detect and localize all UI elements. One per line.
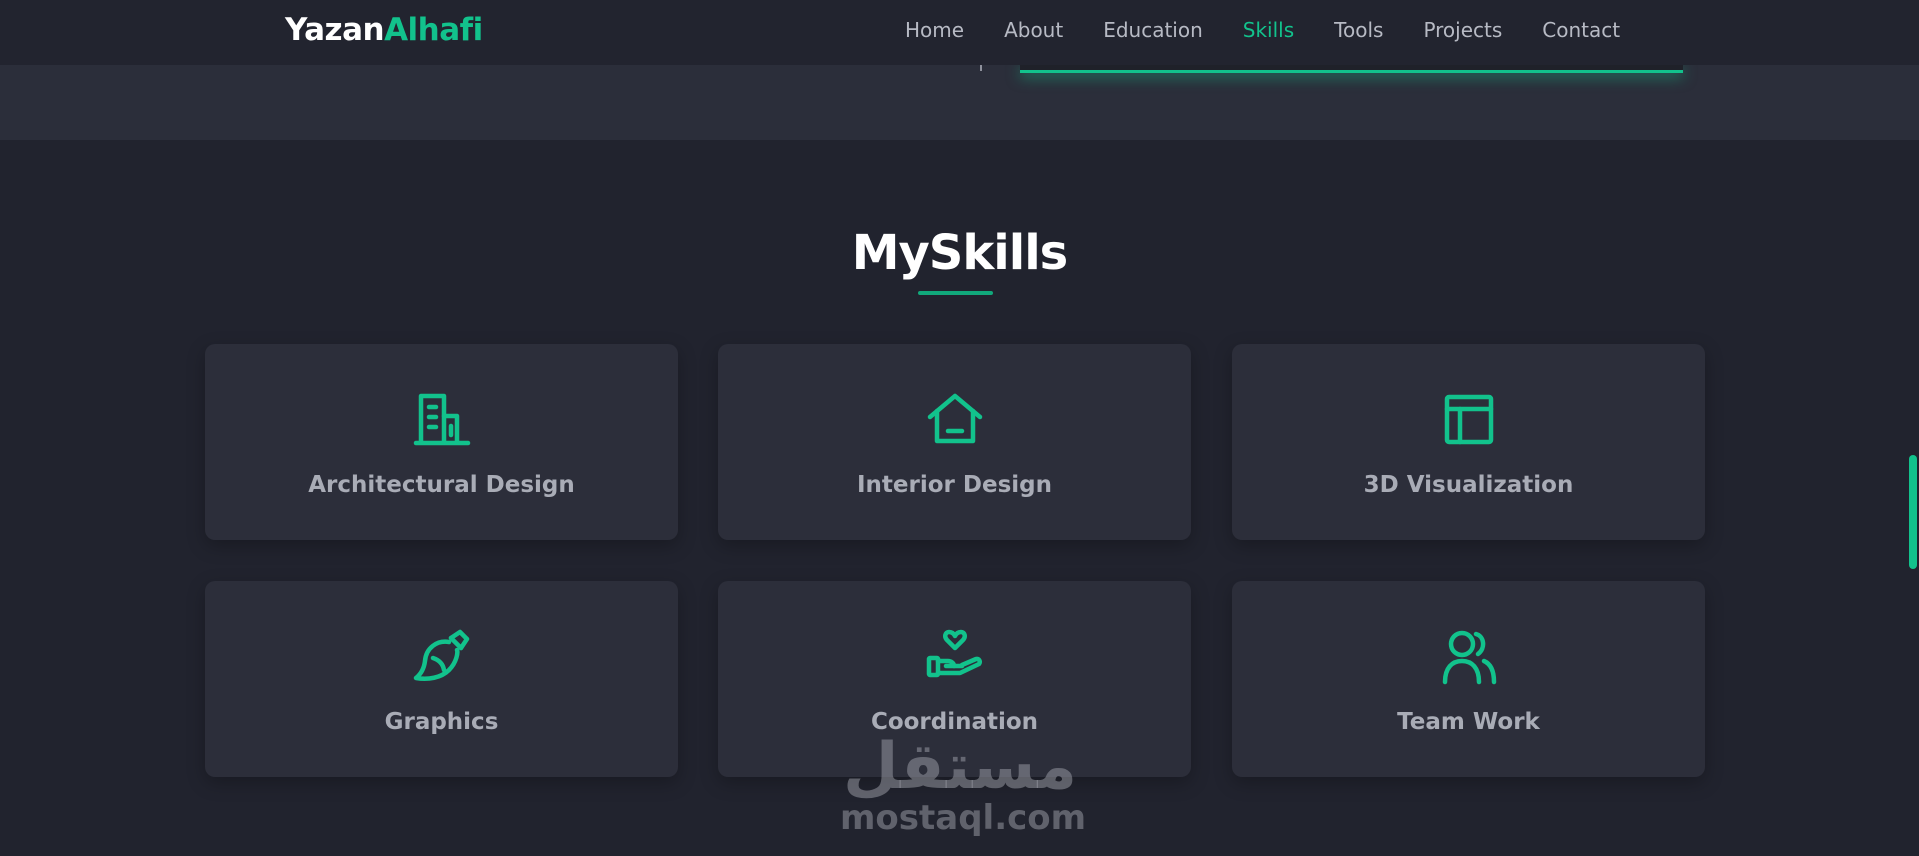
navbar: YazanAlhafi Home About Education Skills … <box>0 0 1919 65</box>
scrollbar-thumb[interactable] <box>1909 455 1917 569</box>
skills-title: MySkills <box>851 225 1068 281</box>
nav-item-about[interactable]: About <box>1004 18 1063 42</box>
nav-item-projects[interactable]: Projects <box>1423 18 1502 42</box>
layout-icon <box>1440 391 1498 449</box>
building-icon <box>413 391 471 449</box>
skill-card-label: Graphics <box>384 709 499 735</box>
nav-item-home[interactable]: Home <box>905 18 964 42</box>
skills-title-underline <box>918 291 993 295</box>
paintbrush-icon <box>413 628 471 686</box>
skill-card-interior-design[interactable]: Interior Design <box>718 344 1191 540</box>
skill-card-label: Coordination <box>870 709 1039 735</box>
nav-item-contact[interactable]: Contact <box>1542 18 1620 42</box>
nav-links: Home About Education Skills Tools Projec… <box>905 18 1620 42</box>
skill-card-architectural-design[interactable]: Architectural Design <box>205 344 678 540</box>
previous-section-marker <box>980 65 982 71</box>
skill-card-coordination[interactable]: Coordination <box>718 581 1191 777</box>
skill-card-label: 3D Visualization <box>1363 472 1574 498</box>
watermark-latin: mostaql.com <box>840 798 1087 838</box>
logo-last-name: Alhafi <box>384 12 483 48</box>
nav-item-tools[interactable]: Tools <box>1334 18 1383 42</box>
skill-card-label: Architectural Design <box>308 472 575 498</box>
skill-card-label: Team Work <box>1397 709 1540 735</box>
nav-item-education[interactable]: Education <box>1103 18 1203 42</box>
previous-section-box <box>1020 65 1683 73</box>
users-icon <box>1440 628 1498 686</box>
hand-heart-icon <box>926 628 984 686</box>
site-logo[interactable]: YazanAlhafi <box>285 12 483 48</box>
skill-card-label: Interior Design <box>856 472 1052 498</box>
previous-section <box>0 65 1919 140</box>
skill-card-team-work[interactable]: Team Work <box>1232 581 1705 777</box>
house-icon <box>926 391 984 449</box>
nav-item-skills[interactable]: Skills <box>1243 18 1294 42</box>
skill-card-3d-visualization[interactable]: 3D Visualization <box>1232 344 1705 540</box>
skill-card-graphics[interactable]: Graphics <box>205 581 678 777</box>
logo-first-name: Yazan <box>285 12 385 48</box>
